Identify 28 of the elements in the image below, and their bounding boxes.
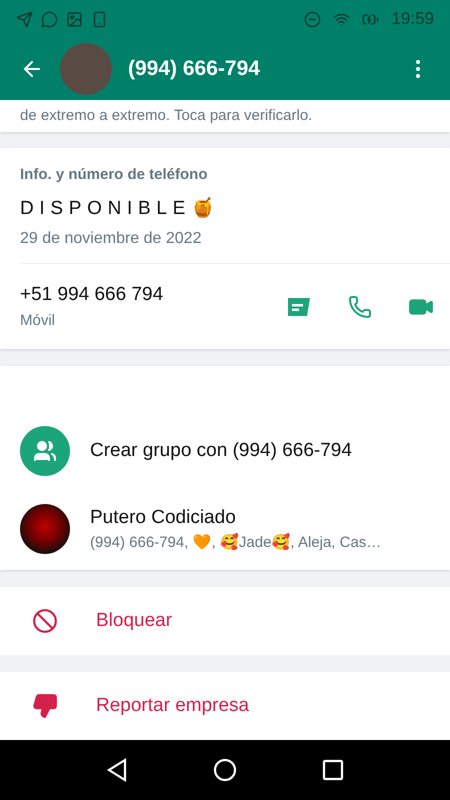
about-text: DISPONIBLE🍯 (20, 196, 222, 220)
about-date: 29 de noviembre de 2022 (20, 229, 202, 249)
group-members: (994) 666-794, 🧡, 🥰Jade🥰, Aleja, Cas… (90, 532, 382, 553)
section-heading: Info. y número de teléfono (20, 165, 209, 185)
phone-type: Móvil (20, 310, 56, 330)
contact-title: (994) 666-794 (128, 56, 261, 82)
action-item[interactable]: Bloquear (0, 587, 450, 655)
recents-nav-icon[interactable] (322, 759, 344, 781)
action-item[interactable]: Reportar empresa (0, 672, 450, 740)
block-icon (32, 608, 58, 634)
phone-number: +51 994 666 794 (20, 283, 164, 307)
people-icon (33, 439, 57, 463)
group-avatar (20, 504, 70, 554)
phone-device-icon (91, 10, 108, 28)
chat-bubble-icon (41, 10, 58, 28)
message-icon[interactable] (286, 296, 312, 318)
call-icon[interactable] (348, 294, 372, 318)
paper-plane-icon (16, 10, 33, 28)
thumbs-down-icon (32, 693, 58, 719)
image-icon (66, 10, 83, 28)
home-nav-icon[interactable] (212, 758, 237, 782)
back-nav-icon[interactable] (106, 758, 128, 782)
group-title: Putero Codiciado (90, 506, 237, 530)
do-not-disturb-icon (304, 10, 322, 28)
group-title: Crear grupo con (994) 666-794 (90, 438, 352, 463)
group-row[interactable]: Crear grupo con (994) 666-794 (0, 412, 450, 490)
clock: 19:59 (391, 8, 434, 30)
group-row[interactable]: Putero Codiciado (994) 666-794, 🧡, 🥰Jade🥰, Aleja, Cas… (0, 490, 450, 568)
